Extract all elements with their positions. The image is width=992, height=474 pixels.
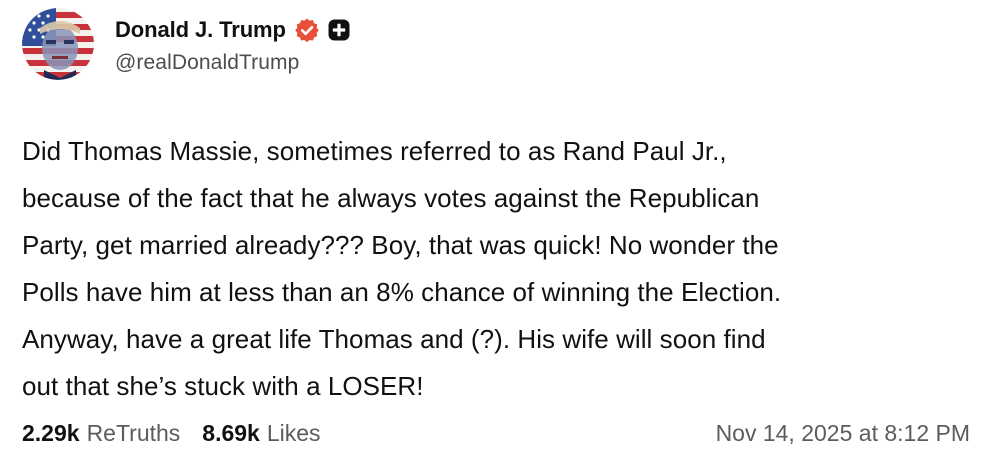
post-body-line: Did Thomas Massie, sometimes referred to…	[22, 136, 727, 166]
post-body-line: Polls have him at less than an 8% chance…	[22, 277, 782, 307]
author-display-name[interactable]: Donald J. Trump	[115, 17, 286, 43]
avatar-image	[22, 8, 94, 80]
flag-portrait-avatar[interactable]	[22, 8, 94, 80]
likes-stat[interactable]: 8.69k Likes	[202, 420, 320, 447]
verified-badge-icon	[294, 17, 320, 43]
post-body-line: because of the fact that he always votes…	[22, 183, 760, 213]
author-identity: Donald J. Trump @realDonaldTrump	[115, 13, 350, 75]
retruths-count: 2.29k	[22, 419, 80, 446]
post-body-line: out that she’s stuck with a LOSER!	[22, 371, 424, 401]
post-header: Donald J. Trump @realDonaldTrump	[22, 8, 350, 80]
retruths-label: ReTruths	[86, 419, 181, 446]
truth-post: Donald J. Trump @realDonaldTrump Did Tho…	[0, 0, 992, 474]
author-name-row: Donald J. Trump	[115, 13, 350, 47]
author-handle[interactable]: @realDonaldTrump	[115, 51, 350, 75]
post-footer: 2.29k ReTruths 8.69k Likes Nov 14, 2025 …	[22, 416, 970, 450]
post-body-line: Party, get married already??? Boy, that …	[22, 230, 779, 260]
retruths-stat[interactable]: 2.29k ReTruths	[22, 420, 180, 447]
post-body: Did Thomas Massie, sometimes referred to…	[22, 128, 972, 410]
plus-badge-icon	[328, 19, 350, 41]
post-timestamp[interactable]: Nov 14, 2025 at 8:12 PM	[716, 420, 970, 447]
post-body-line: Anyway, have a great life Thomas and (?)…	[22, 324, 766, 354]
likes-label: Likes	[266, 419, 321, 446]
likes-count: 8.69k	[202, 419, 260, 446]
